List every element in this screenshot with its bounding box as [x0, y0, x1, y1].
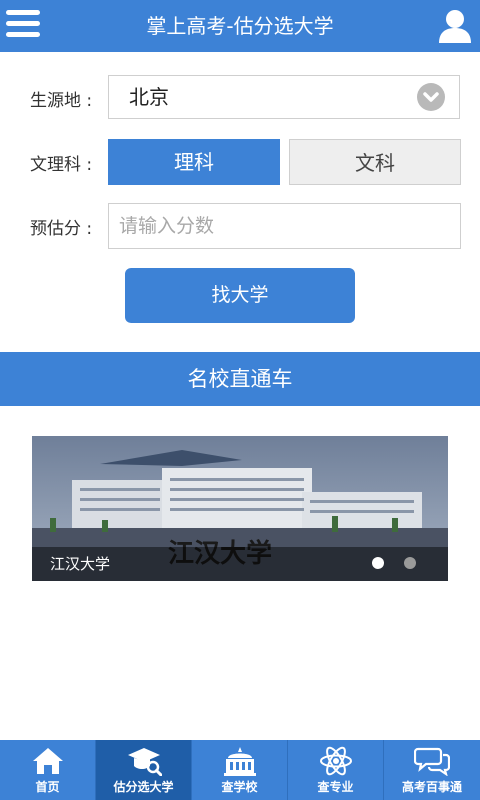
carousel-dot-active[interactable] [372, 557, 384, 569]
tab-home[interactable]: 首页 [0, 740, 96, 800]
subject-science-button[interactable]: 理科 [108, 139, 280, 185]
tab-schools-label: 查学校 [221, 780, 258, 794]
find-university-button[interactable]: 找大学 [125, 268, 355, 323]
tab-majors[interactable]: 查专业 [288, 740, 384, 800]
tab-schools[interactable]: 查学校 [192, 740, 288, 800]
tab-faq-label: 高考百事通 [401, 780, 462, 794]
graduation-cap-search-icon [126, 746, 163, 777]
chat-bubbles-icon [413, 746, 451, 777]
tab-majors-label: 查专业 [317, 780, 354, 794]
carousel-caption-bar: 江汉大学 [32, 547, 448, 581]
subject-arts-button[interactable]: 文科 [289, 139, 461, 185]
source-select[interactable]: 北京 [108, 75, 460, 119]
chevron-down-icon [417, 83, 445, 111]
home-icon [30, 746, 66, 776]
tab-estimate-label: 估分选大学 [113, 780, 174, 794]
user-icon[interactable] [438, 8, 472, 44]
app-title: 掌上高考-估分选大学 [146, 14, 334, 38]
tab-estimate[interactable]: 估分选大学 [96, 740, 192, 800]
subject-label: 文理科 : [30, 155, 93, 175]
source-select-value: 北京 [129, 85, 169, 109]
tab-faq[interactable]: 高考百事通 [384, 740, 480, 800]
school-building-icon [222, 746, 258, 776]
score-label: 预估分 : [30, 219, 93, 239]
carousel-caption: 江汉大学 [50, 555, 111, 573]
featured-school-carousel[interactable]: 江汉大学 江汉大学 [32, 436, 448, 581]
section-title: 名校直通车 [0, 352, 480, 406]
tab-home-label: 首页 [35, 780, 60, 794]
score-input[interactable] [108, 203, 461, 249]
source-label: 生源地 : [30, 91, 93, 111]
top-app-bar: 掌上高考-估分选大学 [0, 0, 480, 52]
carousel-dot[interactable] [404, 557, 416, 569]
bottom-tab-bar: 首页 估分选大学 查学校 查专业 高考百事通 [0, 740, 480, 800]
atom-icon [318, 746, 354, 776]
